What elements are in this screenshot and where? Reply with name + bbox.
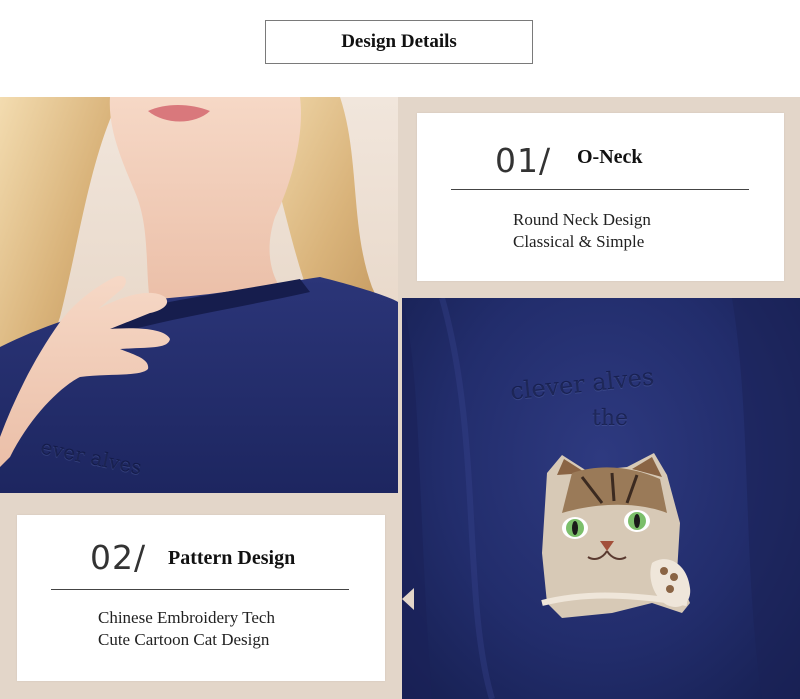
feature-description: Chinese Embroidery Tech Cute Cartoon Cat…	[98, 607, 275, 651]
card-pointer	[402, 588, 414, 610]
feature-number: 01/	[495, 141, 552, 180]
embroidery-text-right-2: the	[592, 406, 629, 431]
feature-card-oneck: 01/ O-Neck Round Neck Design Classical &…	[417, 113, 784, 281]
feature-line: Chinese Embroidery Tech	[98, 608, 275, 627]
neckline-illustration	[0, 97, 398, 493]
feature-description: Round Neck Design Classical & Simple	[513, 209, 651, 253]
feature-title: O-Neck	[577, 146, 643, 168]
feature-line: Cute Cartoon Cat Design	[98, 630, 270, 649]
feature-divider	[51, 589, 349, 590]
cat-embroidery	[541, 453, 691, 618]
feature-line: Classical & Simple	[513, 232, 645, 251]
embroidery-illustration	[402, 298, 800, 699]
feature-divider	[451, 189, 749, 190]
feature-card-pattern: 02/ Pattern Design Chinese Embroidery Te…	[17, 515, 385, 681]
feature-number: 02/	[90, 538, 147, 577]
feature-line: Round Neck Design	[513, 210, 651, 229]
neckline-photo: ever alves	[0, 97, 398, 493]
embroidery-photo: clever alves the	[402, 298, 800, 699]
header-area: Design Details	[0, 0, 800, 97]
feature-title: Pattern Design	[168, 547, 296, 569]
section-title: Design Details	[265, 20, 533, 64]
